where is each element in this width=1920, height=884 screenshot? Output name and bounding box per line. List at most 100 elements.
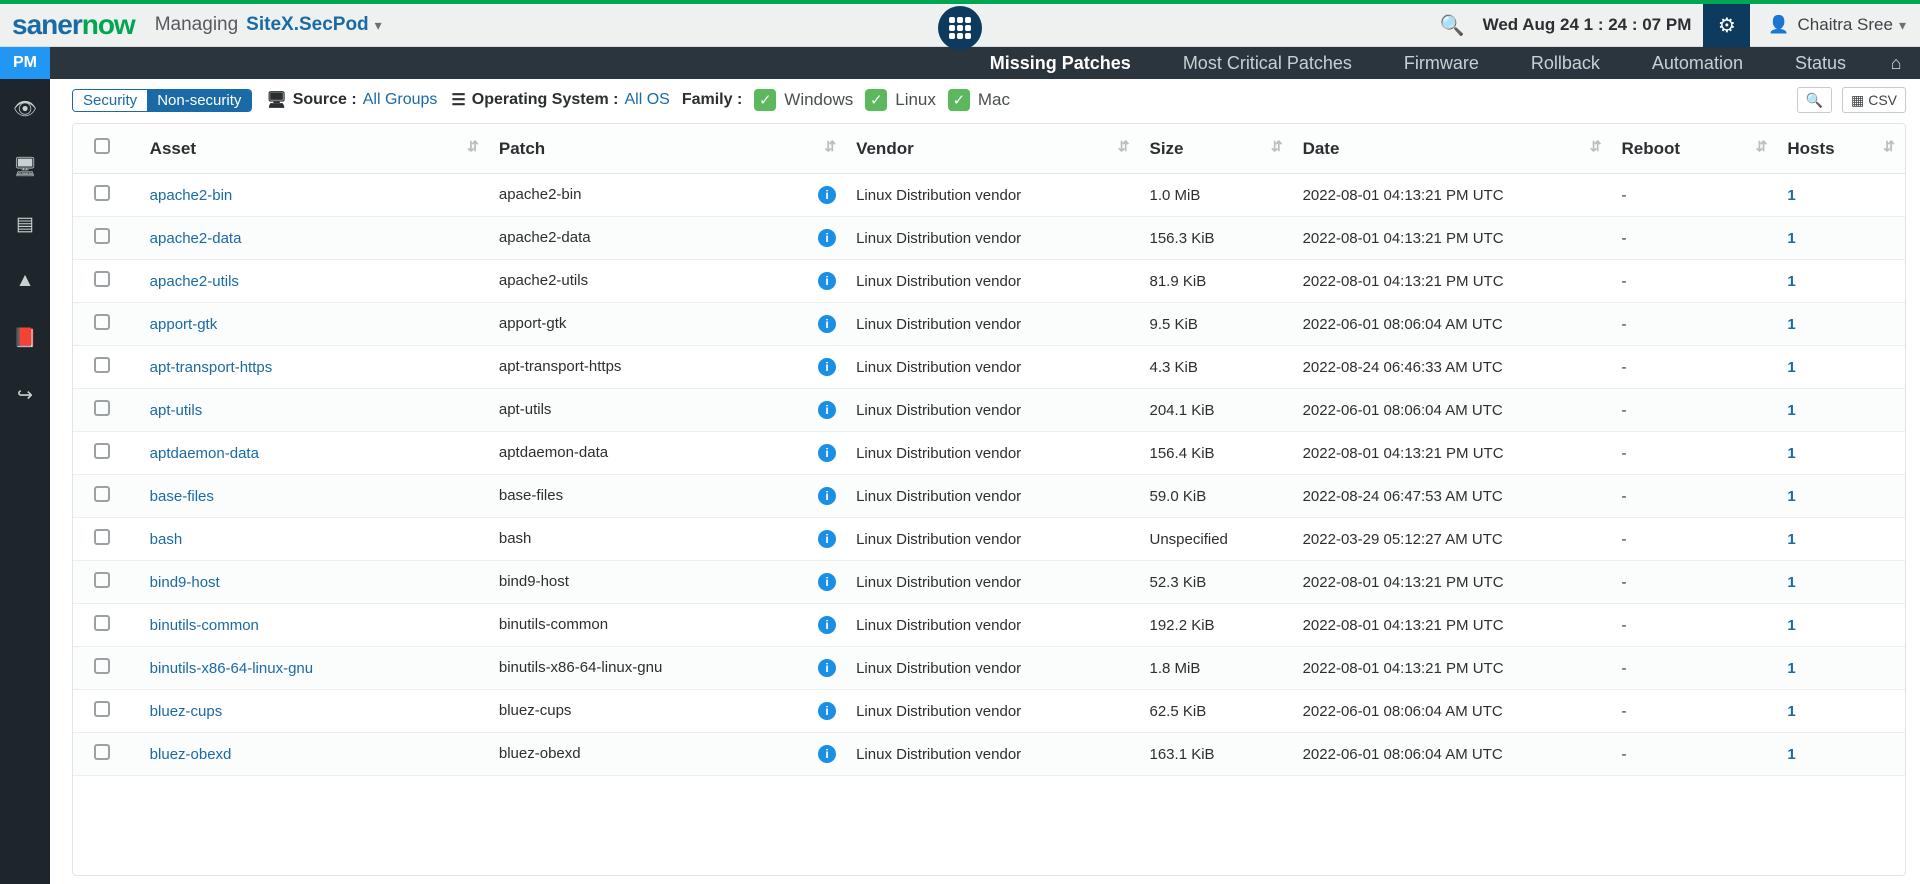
col-hosts[interactable]: Hosts⇵ xyxy=(1777,124,1905,174)
row-checkbox[interactable] xyxy=(94,572,110,588)
tab-security[interactable]: Security xyxy=(73,90,147,111)
row-checkbox[interactable] xyxy=(94,185,110,201)
row-checkbox[interactable] xyxy=(94,228,110,244)
checkbox-select-all[interactable] xyxy=(94,138,110,154)
asset-link[interactable]: apache2-data xyxy=(150,230,242,247)
info-icon[interactable]: i xyxy=(818,702,836,720)
row-checkbox[interactable] xyxy=(94,357,110,373)
nav-item[interactable]: Rollback xyxy=(1505,47,1626,79)
asset-link[interactable]: bluez-cups xyxy=(150,703,223,720)
module-badge[interactable]: PM xyxy=(0,47,50,79)
tab-non-security[interactable]: Non-security xyxy=(147,90,251,111)
table-search-button[interactable]: 🔍 xyxy=(1797,87,1832,113)
os-value[interactable]: All OS xyxy=(624,91,669,109)
row-checkbox[interactable] xyxy=(94,615,110,631)
family-checkbox[interactable]: ✓ xyxy=(865,89,887,111)
family-checkbox[interactable]: ✓ xyxy=(754,89,776,111)
row-checkbox[interactable] xyxy=(94,701,110,717)
hosts-link[interactable]: 1 xyxy=(1787,617,1795,634)
brand-part2: now xyxy=(82,9,135,40)
nav-item[interactable]: Firmware xyxy=(1378,47,1505,79)
home-button[interactable]: ⌂ xyxy=(1872,47,1920,79)
row-checkbox[interactable] xyxy=(94,443,110,459)
eye-icon[interactable]: 👁 xyxy=(13,97,37,121)
info-icon[interactable]: i xyxy=(818,659,836,677)
hosts-link[interactable]: 1 xyxy=(1787,703,1795,720)
row-checkbox[interactable] xyxy=(94,314,110,330)
hosts-link[interactable]: 1 xyxy=(1787,187,1795,204)
asset-link[interactable]: apt-utils xyxy=(150,402,203,419)
hosts-link[interactable]: 1 xyxy=(1787,531,1795,548)
site-selector[interactable]: SiteX.SecPod xyxy=(246,14,369,36)
user-menu[interactable]: 👤 Chaitra Sree ▾ xyxy=(1768,15,1906,35)
col-vendor[interactable]: Vendor⇵ xyxy=(846,124,1139,174)
info-icon[interactable]: i xyxy=(818,272,836,290)
hosts-link[interactable]: 1 xyxy=(1787,445,1795,462)
asset-link[interactable]: bash xyxy=(150,531,183,548)
patch-name: apt-transport-https xyxy=(499,358,622,375)
row-checkbox[interactable] xyxy=(94,529,110,545)
hosts-link[interactable]: 1 xyxy=(1787,488,1795,505)
date-value: 2022-08-01 04:13:21 PM UTC xyxy=(1303,230,1504,247)
col-size[interactable]: Size⇵ xyxy=(1140,124,1293,174)
asset-link[interactable]: apt-transport-https xyxy=(150,359,273,376)
nav-item[interactable]: Status xyxy=(1769,47,1872,79)
col-asset[interactable]: Asset⇵ xyxy=(132,124,489,174)
info-icon[interactable]: i xyxy=(818,616,836,634)
asset-link[interactable]: apache2-bin xyxy=(150,187,233,204)
nav-item[interactable]: Automation xyxy=(1626,47,1769,79)
col-reboot[interactable]: Reboot⇵ xyxy=(1612,124,1778,174)
logout-icon[interactable]: ↪ xyxy=(17,384,33,407)
row-checkbox[interactable] xyxy=(94,400,110,416)
hosts-link[interactable]: 1 xyxy=(1787,316,1795,333)
reboot-value: - xyxy=(1622,746,1627,763)
asset-link[interactable]: apport-gtk xyxy=(150,316,218,333)
info-icon[interactable]: i xyxy=(818,229,836,247)
info-icon[interactable]: i xyxy=(818,401,836,419)
settings-button[interactable]: ⚙ xyxy=(1703,4,1750,47)
asset-link[interactable]: binutils-common xyxy=(150,617,259,634)
row-checkbox[interactable] xyxy=(94,271,110,287)
asset-link[interactable]: bluez-obexd xyxy=(150,746,232,763)
col-patch[interactable]: Patch⇵ xyxy=(489,124,846,174)
row-checkbox[interactable] xyxy=(94,744,110,760)
source-value[interactable]: All Groups xyxy=(363,91,438,109)
col-date[interactable]: Date⇵ xyxy=(1293,124,1612,174)
info-icon[interactable]: i xyxy=(818,530,836,548)
search-icon[interactable]: 🔍 xyxy=(1440,13,1465,38)
info-icon[interactable]: i xyxy=(818,487,836,505)
hosts-link[interactable]: 1 xyxy=(1787,230,1795,247)
hosts-link[interactable]: 1 xyxy=(1787,660,1795,677)
asset-link[interactable]: base-files xyxy=(150,488,214,505)
row-checkbox[interactable] xyxy=(94,486,110,502)
chevron-down-icon[interactable]: ▾ xyxy=(375,17,382,34)
apps-launcher-button[interactable] xyxy=(938,6,982,50)
info-icon[interactable]: i xyxy=(818,745,836,763)
info-icon[interactable]: i xyxy=(818,186,836,204)
hosts-link[interactable]: 1 xyxy=(1787,402,1795,419)
nav-item[interactable]: Most Critical Patches xyxy=(1157,47,1378,79)
vendor-name: Linux Distribution vendor xyxy=(856,402,1021,419)
export-csv-button[interactable]: ▦ CSV xyxy=(1842,87,1906,113)
family-checkbox[interactable]: ✓ xyxy=(948,89,970,111)
document-icon[interactable]: ▤ xyxy=(16,213,34,236)
row-checkbox[interactable] xyxy=(94,658,110,674)
hosts-link[interactable]: 1 xyxy=(1787,359,1795,376)
asset-link[interactable]: apache2-utils xyxy=(150,273,239,290)
info-icon[interactable]: i xyxy=(818,444,836,462)
table-row: bashbashiLinux Distribution vendorUnspec… xyxy=(73,518,1905,561)
hosts-link[interactable]: 1 xyxy=(1787,574,1795,591)
info-icon[interactable]: i xyxy=(818,573,836,591)
alert-icon[interactable]: ▲ xyxy=(16,270,35,292)
info-icon[interactable]: i xyxy=(818,358,836,376)
asset-link[interactable]: aptdaemon-data xyxy=(150,445,259,462)
asset-link[interactable]: binutils-x86-64-linux-gnu xyxy=(150,660,313,677)
hosts-link[interactable]: 1 xyxy=(1787,746,1795,763)
book-icon[interactable]: 📕 xyxy=(13,326,37,350)
asset-link[interactable]: bind9-host xyxy=(150,574,220,591)
monitor-icon[interactable]: 🖥 xyxy=(13,155,37,179)
nav-item[interactable]: Missing Patches xyxy=(964,47,1157,79)
patch-name: apache2-utils xyxy=(499,272,588,289)
info-icon[interactable]: i xyxy=(818,315,836,333)
hosts-link[interactable]: 1 xyxy=(1787,273,1795,290)
